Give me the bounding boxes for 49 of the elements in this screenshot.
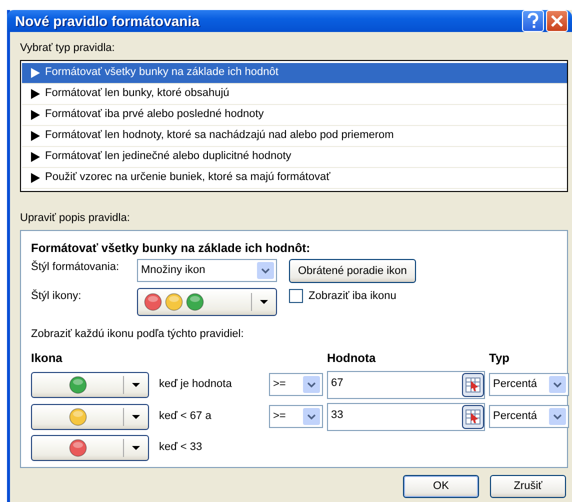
column-header: Ikona — [31, 350, 64, 366]
field-label: Štýl formátovania: — [31, 259, 120, 275]
triangle-icon — [31, 88, 40, 98]
checkbox-label: Zobraziť iba ikonu — [308, 289, 396, 304]
reverse-icon-order-button[interactable]: Obrátené poradie ikon — [289, 259, 416, 283]
icon-style-dropdown[interactable] — [137, 288, 277, 316]
description-heading: Formátovať všetky bunky na základe ich hodnôt: — [31, 240, 312, 257]
dialog-button[interactable]: Zrušiť — [490, 474, 566, 498]
triangle-icon — [31, 130, 40, 140]
icon-dropdown[interactable] — [31, 372, 149, 398]
rule-type-item[interactable]: Formátovať len jedinečné alebo duplicitné hodnoty — [22, 146, 567, 168]
dialog-button[interactable]: OK — [403, 474, 479, 498]
column-header: Hodnota — [327, 350, 377, 366]
rule-type-item[interactable]: Formátovať iba prvé alebo posledné hodnoty — [22, 104, 567, 126]
icon-dropdown[interactable] — [31, 434, 149, 460]
column-header: Typ — [489, 350, 510, 366]
value-input-field[interactable]: 33 — [327, 402, 485, 430]
triangle-icon — [31, 68, 40, 78]
triangle-icon — [31, 172, 40, 182]
icon-dropdown[interactable] — [31, 404, 149, 430]
rule-type-item[interactable]: Formátovať len bunky, ktoré obsahujú — [22, 84, 567, 104]
range-picker-icon[interactable] — [462, 372, 484, 396]
rules-caption: Zobraziť každú ikonu podľa týchto pravidiel: — [31, 327, 245, 342]
range-picker-icon[interactable] — [462, 404, 484, 428]
condition-text: keď < 33 — [158, 440, 204, 456]
condition-text: keď < 67 a — [158, 409, 212, 424]
checkbox[interactable] — [289, 289, 303, 304]
rule-type-item[interactable]: Použiť vzorec na určenie buniek, ktoré sa majú formátovať — [22, 168, 567, 188]
operator-dropdown[interactable]: >= — [269, 405, 323, 428]
caret-icon — [132, 382, 140, 386]
rule-type-item[interactable]: Formátovať všetky bunky na základe ich hodnôt — [22, 62, 567, 84]
help-icon[interactable] — [522, 10, 544, 32]
rule-type-item[interactable]: Formátovať len hodnoty, ktoré sa nachádzajú nad alebo pod priemerom — [22, 126, 567, 146]
operator-dropdown[interactable]: >= — [269, 373, 323, 396]
condition-text: keď je hodnota — [158, 377, 233, 392]
triangle-icon — [31, 110, 40, 120]
type-dropdown[interactable]: Percentá — [489, 405, 569, 428]
section-label: Upraviť popis pravidla: — [20, 210, 131, 226]
type-dropdown[interactable]: Percentá — [489, 373, 569, 396]
close-icon[interactable] — [546, 10, 568, 32]
section-label: Vybrať typ pravidla: — [20, 41, 116, 56]
window-title: Nové pravidlo formátovania — [15, 12, 200, 31]
caret-icon — [132, 414, 140, 418]
value-input-field[interactable]: 67 — [327, 370, 485, 398]
caret-icon — [260, 300, 268, 304]
caret-icon — [132, 446, 140, 450]
field-label: Štýl ikony: — [31, 288, 82, 304]
format-style-dropdown[interactable]: Množiny ikon — [137, 259, 277, 282]
triangle-icon — [31, 152, 40, 162]
